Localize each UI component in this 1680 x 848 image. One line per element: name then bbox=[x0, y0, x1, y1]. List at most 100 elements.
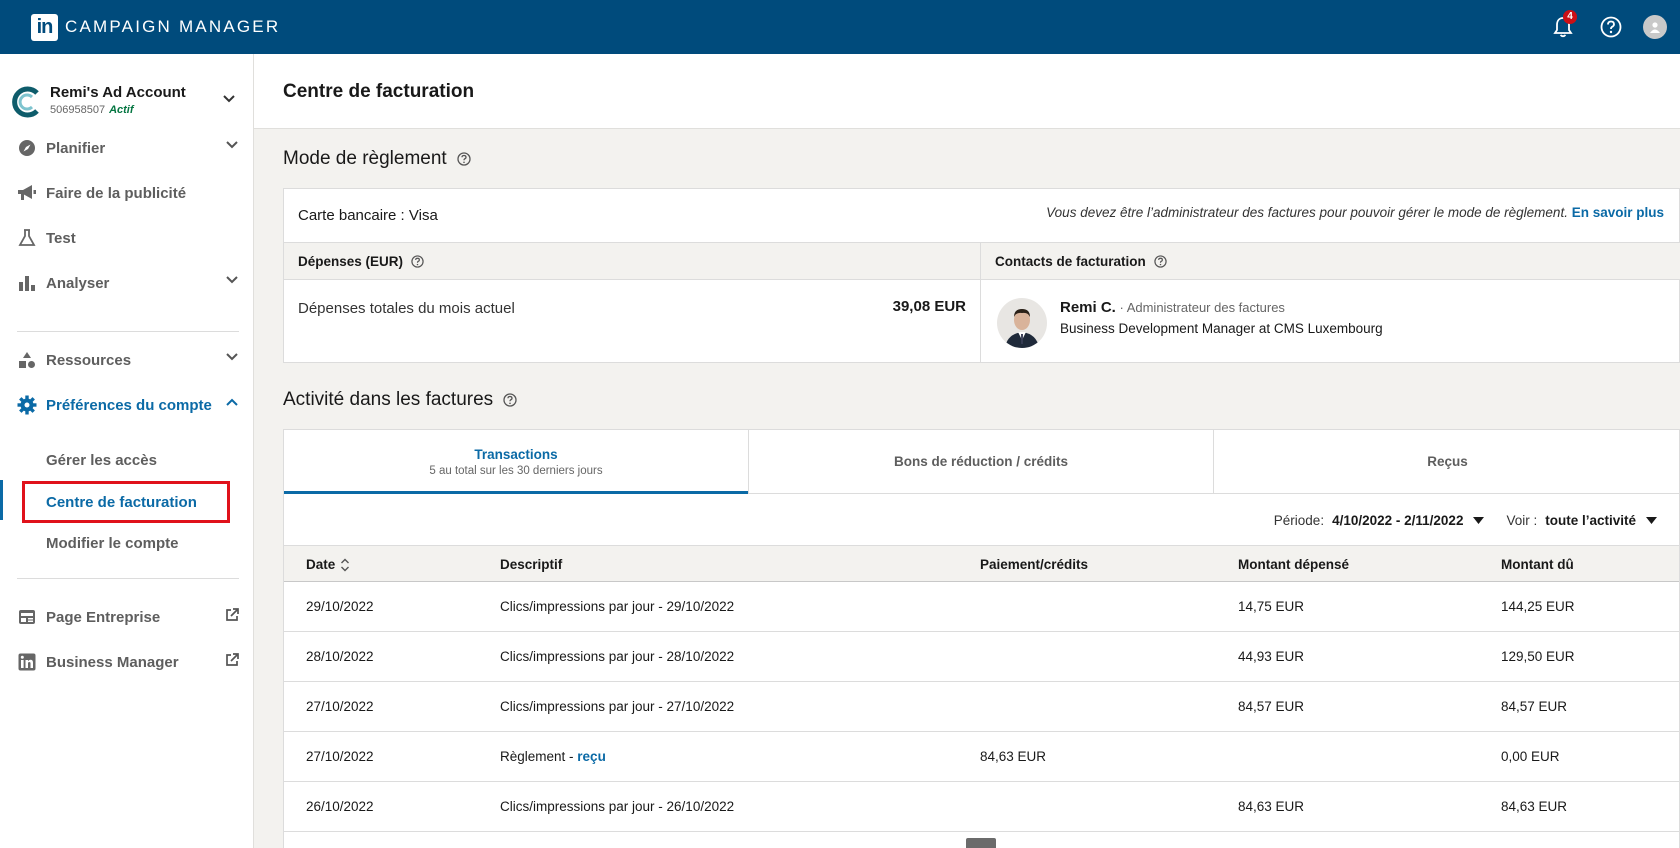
admin-note-text: Vous devez être l’administrateur des fac… bbox=[1046, 205, 1568, 220]
contact-title: Business Development Manager at CMS Luxe… bbox=[1060, 321, 1383, 336]
column-header-montant-depense: Montant dépensé bbox=[1238, 557, 1350, 572]
cell-date: 28/10/2022 bbox=[306, 649, 374, 664]
column-header-paiement: Paiement/crédits bbox=[980, 557, 1089, 572]
caret-down-icon[interactable] bbox=[1646, 517, 1657, 524]
pagination-button[interactable] bbox=[966, 838, 996, 848]
nav-label: Test bbox=[46, 229, 76, 247]
subnav-modifier-compte[interactable]: Modifier le compte bbox=[46, 535, 179, 552]
profile-avatar[interactable] bbox=[1643, 15, 1667, 39]
cell-spent: 44,93 EUR bbox=[1238, 649, 1305, 664]
nav-label: Faire de la publicité bbox=[46, 184, 187, 202]
nav-label: Business Manager bbox=[46, 653, 179, 671]
external-link-icon bbox=[226, 608, 239, 621]
cell-date: 27/10/2022 bbox=[306, 749, 374, 764]
nav-label: Ressources bbox=[46, 351, 132, 369]
tab-label: Bons de réduction / crédits bbox=[893, 454, 1069, 469]
account-switcher[interactable]: Remi's Ad Account 506958507 Actif bbox=[12, 82, 242, 122]
section-title-text: Activité dans les factures bbox=[283, 389, 494, 410]
chevron-down-icon bbox=[226, 353, 238, 361]
contacts-header: Contacts de facturation bbox=[981, 243, 1680, 280]
active-tab-underline bbox=[284, 491, 748, 494]
highlight-box bbox=[22, 481, 230, 523]
spend-header-text: Dépenses (EUR) bbox=[298, 253, 404, 269]
gear-icon bbox=[17, 395, 37, 415]
invoices-section-title: Activité dans les factures bbox=[283, 389, 517, 411]
help-icon[interactable] bbox=[503, 393, 517, 407]
help-icon bbox=[1600, 16, 1622, 38]
cell-due: 144,25 EUR bbox=[1501, 599, 1575, 614]
nav-test[interactable]: Test bbox=[17, 223, 239, 253]
contact-name-text[interactable]: Remi C. bbox=[1060, 299, 1116, 316]
chevron-down-icon bbox=[226, 141, 238, 149]
cell-date: 27/10/2022 bbox=[306, 699, 374, 714]
spend-panel: Dépenses (EUR) Dépenses totales du mois … bbox=[284, 243, 981, 363]
tab-transactions[interactable]: Transactions 5 au total sur les 30 derni… bbox=[284, 430, 749, 493]
help-icon[interactable] bbox=[1154, 254, 1167, 268]
chevron-down-icon bbox=[223, 95, 235, 103]
contact-photo-icon bbox=[997, 298, 1047, 348]
notifications-button[interactable]: 4 bbox=[1550, 10, 1577, 40]
bar-chart-icon bbox=[17, 273, 37, 293]
section-title-text: Mode de règlement bbox=[283, 148, 447, 169]
subnav-gerer-acces[interactable]: Gérer les accès bbox=[46, 452, 157, 469]
help-icon[interactable] bbox=[411, 254, 424, 268]
brand[interactable]: in CAMPAIGN MANAGER bbox=[31, 13, 280, 41]
notification-badge: 4 bbox=[1563, 10, 1577, 24]
company-page-icon bbox=[17, 607, 37, 627]
cell-date: 29/10/2022 bbox=[306, 599, 374, 614]
contact-avatar[interactable] bbox=[997, 298, 1047, 348]
learn-more-link[interactable]: En savoir plus bbox=[1572, 205, 1664, 220]
sidebar-divider bbox=[17, 331, 239, 332]
sidebar: Remi's Ad Account 506958507 Actif Planifi… bbox=[0, 54, 254, 848]
cell-desc: Clics/impressions par jour - 29/10/2022 bbox=[500, 599, 735, 614]
column-label: Date bbox=[306, 557, 336, 572]
nav-page-entreprise[interactable]: Page Entreprise bbox=[17, 602, 239, 632]
column-header-date[interactable]: Date bbox=[306, 557, 350, 572]
invoice-tabs: Transactions 5 au total sur les 30 derni… bbox=[284, 430, 1679, 494]
shapes-icon bbox=[17, 350, 37, 370]
nav-preferences-compte[interactable]: Préférences du compte bbox=[17, 390, 239, 420]
tab-recus[interactable]: Reçus bbox=[1214, 430, 1680, 493]
cell-desc-text: Règlement - bbox=[500, 749, 578, 764]
account-id: 506958507 Actif bbox=[50, 104, 134, 116]
filters-bar: Période: 4/10/2022 - 2/11/2022 Voir : to… bbox=[1274, 513, 1657, 528]
nav-ressources[interactable]: Ressources bbox=[17, 345, 239, 375]
admin-note: Vous devez être l’administrateur des fac… bbox=[1046, 205, 1664, 220]
column-header-descriptif: Descriptif bbox=[500, 557, 563, 572]
linkedin-logo-icon: in bbox=[31, 13, 58, 41]
help-button[interactable] bbox=[1598, 14, 1624, 40]
linkedin-icon bbox=[17, 652, 37, 672]
table-header: Date Descriptif Paiement/crédits Montant… bbox=[284, 545, 1679, 582]
cell-desc: Clics/impressions par jour - 28/10/2022 bbox=[500, 649, 735, 664]
payment-section-title: Mode de règlement bbox=[283, 148, 471, 170]
receipt-link[interactable]: reçu bbox=[577, 749, 606, 764]
compass-icon bbox=[17, 138, 37, 158]
nav-analyser[interactable]: Analyser bbox=[17, 268, 239, 298]
active-indicator bbox=[0, 480, 3, 520]
page-title: Centre de facturation bbox=[283, 81, 475, 102]
payment-method-row: Carte bancaire : Visa Vous devez être l’… bbox=[284, 189, 1679, 243]
account-id-number: 506958507 bbox=[50, 104, 106, 116]
table-row: 27/10/2022 Clics/impressions par jour - … bbox=[284, 682, 1679, 732]
spend-value: 39,08 EUR bbox=[892, 298, 966, 315]
nav-business-manager[interactable]: Business Manager bbox=[17, 647, 239, 677]
cell-due: 84,63 EUR bbox=[1501, 799, 1568, 814]
nav-label: Préférences du compte bbox=[46, 396, 212, 414]
sidebar-divider bbox=[17, 578, 239, 579]
view-select[interactable]: toute l’activité bbox=[1545, 513, 1636, 528]
nav-faire-publicite[interactable]: Faire de la publicité bbox=[17, 178, 239, 208]
external-link-icon bbox=[226, 653, 239, 666]
page-header: Centre de facturation bbox=[254, 54, 1680, 129]
caret-down-icon[interactable] bbox=[1473, 517, 1485, 524]
account-name: Remi's Ad Account bbox=[50, 84, 186, 101]
cell-spent: 14,75 EUR bbox=[1238, 599, 1305, 614]
contact-role: · Administrateur des factures bbox=[1115, 300, 1285, 315]
period-select[interactable]: 4/10/2022 - 2/11/2022 bbox=[1332, 513, 1463, 528]
help-icon[interactable] bbox=[457, 152, 471, 166]
tab-bons-reduction[interactable]: Bons de réduction / crédits bbox=[749, 430, 1214, 493]
cell-desc: Clics/impressions par jour - 27/10/2022 bbox=[500, 699, 735, 714]
cell-date: 26/10/2022 bbox=[306, 799, 374, 814]
account-status: Actif bbox=[109, 104, 134, 116]
nav-planifier[interactable]: Planifier bbox=[17, 133, 239, 163]
contacts-panel: Contacts de facturation Remi C. · Admini… bbox=[981, 243, 1680, 363]
